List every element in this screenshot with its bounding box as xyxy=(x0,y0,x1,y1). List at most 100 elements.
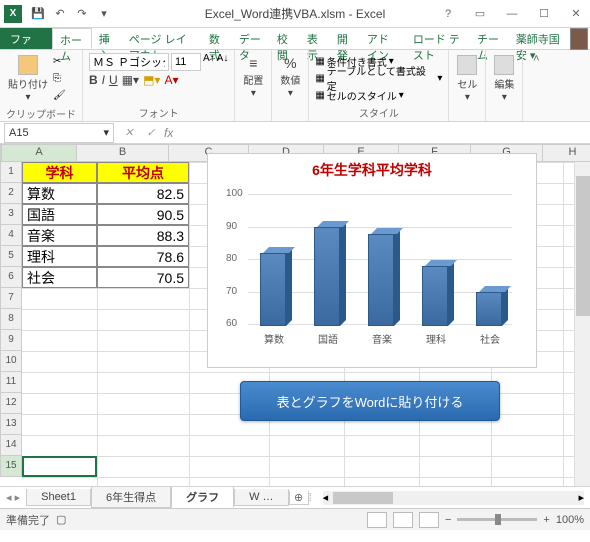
tab-developer[interactable]: 開発 xyxy=(330,28,360,49)
fx-icon[interactable]: fx xyxy=(164,126,173,140)
table-cell[interactable]: 理科 xyxy=(22,246,97,267)
formula-input[interactable] xyxy=(173,123,572,143)
cells-button[interactable]: セル▾ xyxy=(455,53,479,105)
table-cell[interactable]: 70.5 xyxy=(97,267,189,288)
font-name-select[interactable] xyxy=(89,53,169,71)
chevron-down-icon[interactable]: ▾ xyxy=(103,126,109,139)
hscroll-thumb[interactable] xyxy=(333,492,393,504)
row-header-13[interactable]: 13 xyxy=(0,414,22,435)
table-cell[interactable]: 90.5 xyxy=(97,204,189,225)
tab-formulas[interactable]: 数式 xyxy=(202,28,232,49)
zoom-out-icon[interactable]: − xyxy=(445,514,451,526)
row-header-5[interactable]: 5 xyxy=(0,246,22,267)
format-painter-button[interactable]: 🖌 xyxy=(53,87,66,103)
tab-review[interactable]: 校閲 xyxy=(270,28,300,49)
italic-button[interactable]: I xyxy=(102,73,105,87)
table-cell[interactable]: 社会 xyxy=(22,267,97,288)
page-layout-view-icon[interactable] xyxy=(393,512,413,528)
tab-data[interactable]: データ xyxy=(232,28,270,49)
table-header[interactable]: 学科 xyxy=(22,162,97,183)
font-color-button[interactable]: A▾ xyxy=(164,73,178,87)
col-header-B[interactable]: B xyxy=(77,144,169,162)
row-header-12[interactable]: 12 xyxy=(0,393,22,414)
vscroll-thumb[interactable] xyxy=(576,176,590,316)
qat-dropdown-icon[interactable]: ▾ xyxy=(94,4,114,24)
cut-button[interactable]: ✂ xyxy=(53,53,66,69)
table-cell[interactable]: 82.5 xyxy=(97,183,189,204)
collapse-ribbon-icon[interactable]: ˄ xyxy=(527,50,545,68)
sheet-tab-w[interactable]: W … xyxy=(234,489,288,506)
table-cell[interactable]: 算数 xyxy=(22,183,97,204)
row-header-6[interactable]: 6 xyxy=(0,267,22,288)
cell-styles-button[interactable]: ▦ セルのスタイル ▾ xyxy=(315,87,442,103)
tab-insert[interactable]: 挿入 xyxy=(92,28,122,49)
tab-home[interactable]: ホーム xyxy=(52,28,92,49)
maximize-icon[interactable]: ☐ xyxy=(530,2,558,26)
chart[interactable]: 6年生学科平均学科 60708090100算数国語音楽理科社会 xyxy=(207,153,537,368)
row-header-9[interactable]: 9 xyxy=(0,330,22,351)
cancel-formula-icon[interactable]: ✕ xyxy=(118,123,140,143)
tab-view[interactable]: 表示 xyxy=(300,28,330,49)
normal-view-icon[interactable] xyxy=(367,512,387,528)
tab-file[interactable]: ファイル xyxy=(0,28,52,49)
row-header-7[interactable]: 7 xyxy=(0,288,22,309)
save-icon[interactable]: 💾 xyxy=(28,4,48,24)
signin-name[interactable]: 薬師寺国安 ▾ xyxy=(508,28,570,49)
avatar[interactable] xyxy=(570,28,588,50)
sheet-tab-graph[interactable]: グラフ xyxy=(171,487,234,508)
decrease-font-icon[interactable]: A↓ xyxy=(217,53,229,71)
align-button[interactable]: ≡ 配置▾ xyxy=(241,53,265,101)
table-cell[interactable]: 音楽 xyxy=(22,225,97,246)
export-to-word-button[interactable]: 表とグラフをWordに貼り付ける xyxy=(240,381,500,421)
table-cell[interactable]: 国語 xyxy=(22,204,97,225)
redo-icon[interactable]: ↷ xyxy=(72,4,92,24)
name-box[interactable]: A15▾ xyxy=(4,123,114,143)
row-header-8[interactable]: 8 xyxy=(0,309,22,330)
tab-loadtest[interactable]: ロード テスト xyxy=(406,28,470,49)
undo-icon[interactable]: ↶ xyxy=(50,4,70,24)
sheet-tab-scores[interactable]: 6年生得点 xyxy=(91,487,171,508)
sheet-nav[interactable]: ◂ ▸ xyxy=(0,491,26,504)
row-header-1[interactable]: 1 xyxy=(0,162,22,183)
enter-formula-icon[interactable]: ✓ xyxy=(140,123,162,143)
table-header[interactable]: 平均点 xyxy=(97,162,189,183)
copy-button[interactable]: ⎘ xyxy=(53,70,66,86)
border-button[interactable]: ▦▾ xyxy=(122,73,139,87)
add-sheet-button[interactable]: ⊕ xyxy=(289,491,309,505)
row-header-2[interactable]: 2 xyxy=(0,183,22,204)
vertical-scrollbar[interactable] xyxy=(574,162,590,486)
row-header-14[interactable]: 14 xyxy=(0,435,22,456)
fill-color-button[interactable]: ⬒▾ xyxy=(143,73,160,87)
font-size-select[interactable] xyxy=(171,53,201,71)
horizontal-scrollbar[interactable]: ◂ ▸ xyxy=(323,491,584,505)
zoom-level[interactable]: 100% xyxy=(556,514,584,526)
col-header-H[interactable]: H xyxy=(543,144,590,162)
close-icon[interactable]: ✕ xyxy=(562,2,590,26)
row-header-15[interactable]: 15 xyxy=(0,456,22,477)
number-button[interactable]: % 数値▾ xyxy=(278,53,302,101)
zoom-slider[interactable] xyxy=(457,518,537,521)
editing-button[interactable]: 編集▾ xyxy=(492,53,516,105)
row-header-11[interactable]: 11 xyxy=(0,372,22,393)
page-break-view-icon[interactable] xyxy=(419,512,439,528)
sheet-tab-sheet1[interactable]: Sheet1 xyxy=(26,489,91,506)
zoom-in-icon[interactable]: + xyxy=(543,514,549,526)
underline-button[interactable]: U xyxy=(109,73,118,87)
active-cell[interactable] xyxy=(22,456,97,477)
table-cell[interactable]: 88.3 xyxy=(97,225,189,246)
tab-team[interactable]: チーム xyxy=(470,28,508,49)
format-table-button[interactable]: ▦ テーブルとして書式設定 ▾ xyxy=(315,70,442,86)
bold-button[interactable]: B xyxy=(89,73,98,87)
macro-record-icon[interactable]: ▢ xyxy=(56,513,66,526)
row-header-4[interactable]: 4 xyxy=(0,225,22,246)
help-icon[interactable]: ? xyxy=(434,2,462,26)
row-header-10[interactable]: 10 xyxy=(0,351,22,372)
ribbon-options-icon[interactable]: ▭ xyxy=(466,2,494,26)
tab-addins[interactable]: アドイン xyxy=(360,28,406,49)
col-header-A[interactable]: A xyxy=(2,144,77,162)
tab-page-layout[interactable]: ページ レイアウト xyxy=(122,28,202,49)
row-header-3[interactable]: 3 xyxy=(0,204,22,225)
table-cell[interactable]: 78.6 xyxy=(97,246,189,267)
increase-font-icon[interactable]: A↑ xyxy=(203,53,215,71)
paste-button[interactable]: 貼り付け▾ xyxy=(6,53,50,105)
